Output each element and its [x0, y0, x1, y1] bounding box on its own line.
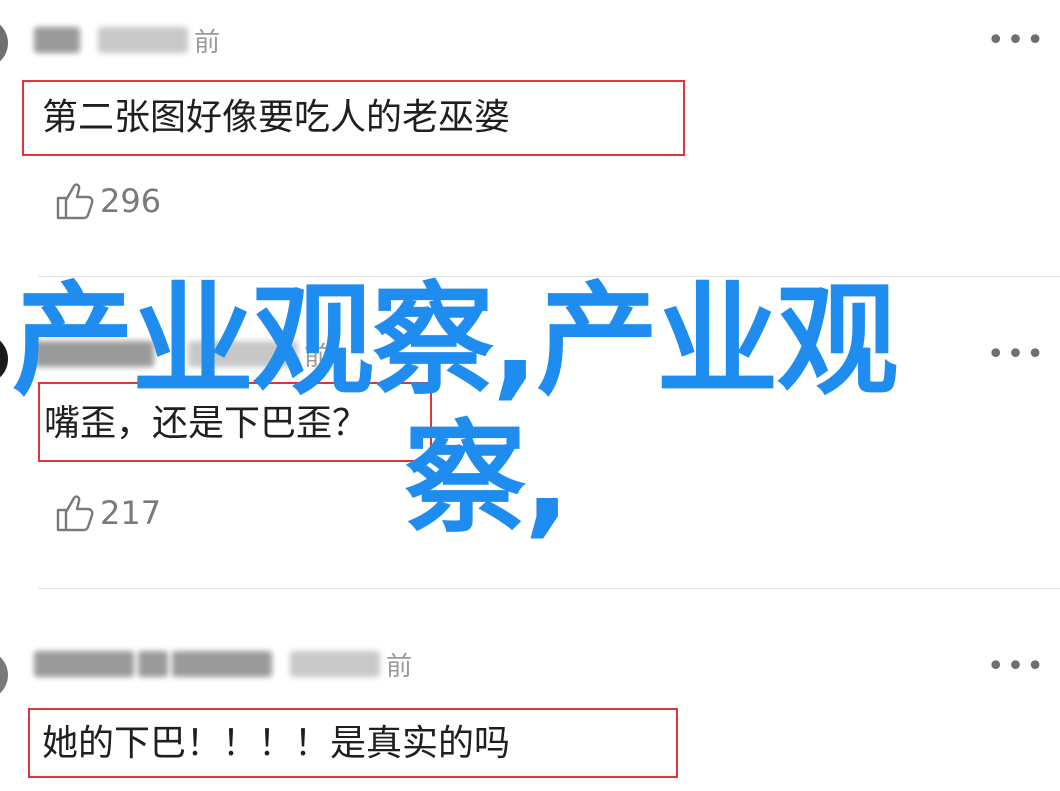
comment-meta: 前	[34, 644, 412, 684]
more-dots-icon[interactable]: •••	[987, 26, 1046, 56]
avatar[interactable]	[0, 650, 8, 700]
comment-meta: 前	[34, 20, 220, 60]
more-dots-icon[interactable]: •••	[987, 340, 1046, 370]
username-blurred	[172, 651, 272, 677]
comment-text: 第二张图好像要吃人的老巫婆	[22, 80, 685, 156]
like-count: 296	[100, 182, 162, 220]
timestamp-blurred	[290, 651, 380, 677]
watermark-line-1: 产业观察,产业观	[12, 270, 898, 412]
username-blurred	[138, 651, 168, 677]
more-dots-icon[interactable]: •••	[987, 652, 1046, 682]
username-blurred[interactable]	[34, 651, 134, 677]
like-count: 217	[100, 494, 162, 532]
timestamp-blurred	[98, 27, 188, 53]
username-blurred[interactable]	[34, 27, 80, 53]
comment-text: 她的下巴！！！！是真实的吗	[28, 708, 678, 778]
like-button[interactable]: 217	[54, 492, 161, 534]
thumbs-up-icon	[56, 183, 94, 220]
like-button[interactable]: 296	[54, 180, 161, 222]
divider	[38, 588, 1060, 589]
time-suffix: 前	[194, 27, 221, 58]
time-suffix: 前	[386, 651, 413, 682]
watermark-line-2: 察,	[404, 408, 570, 550]
avatar[interactable]	[0, 18, 8, 68]
thumbs-up-icon	[56, 495, 94, 532]
avatar[interactable]	[0, 334, 8, 384]
